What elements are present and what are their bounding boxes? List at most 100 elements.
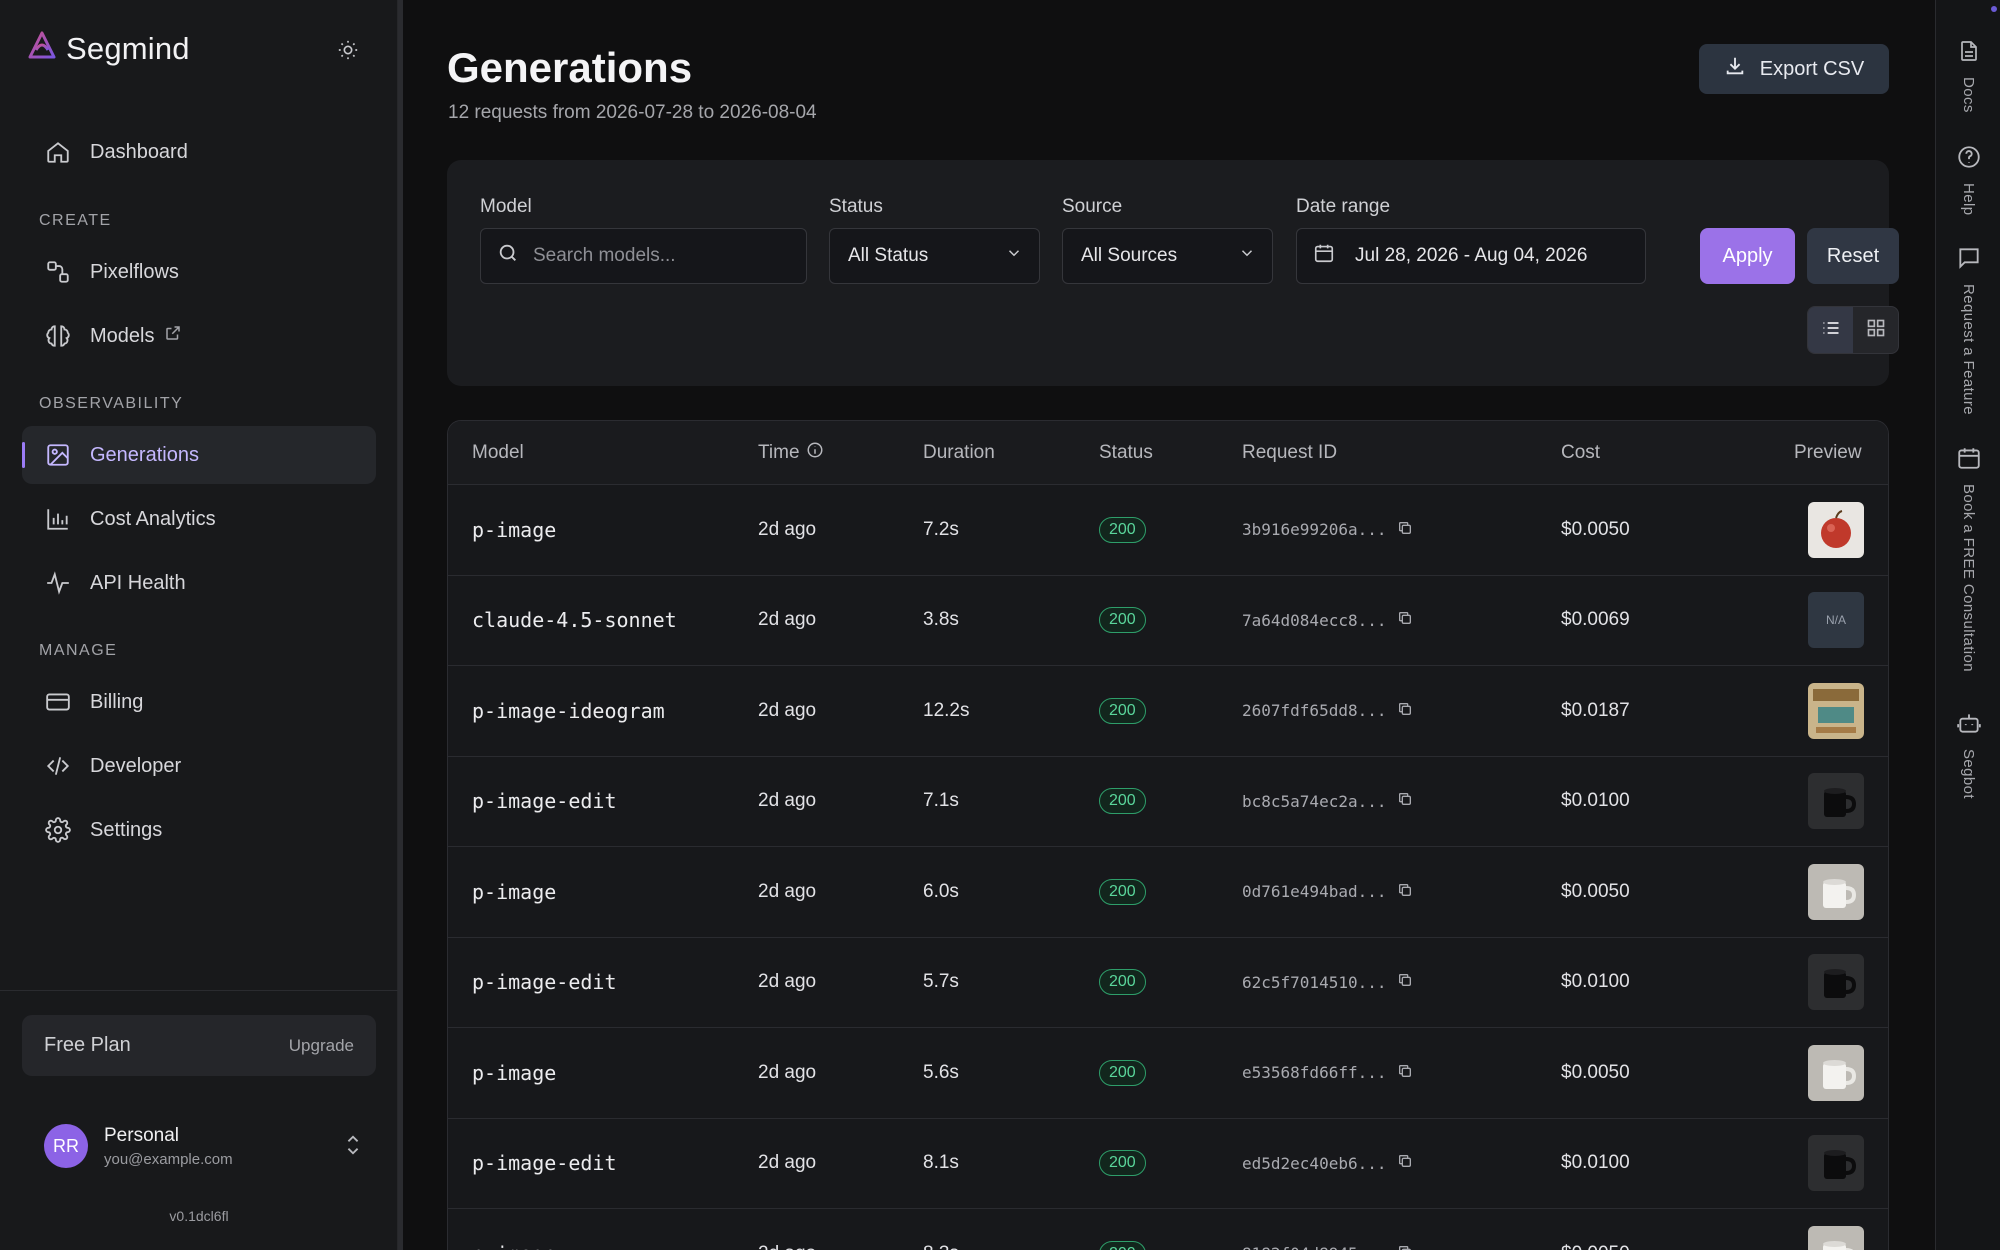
status-badge: 200 xyxy=(1099,1150,1146,1177)
nav-cost-analytics[interactable]: Cost Analytics xyxy=(22,490,376,548)
sidebar: Segmind Dashboard CREATE Pixelflows Mode… xyxy=(0,0,398,1250)
preview-thumbnail[interactable] xyxy=(1808,773,1864,830)
copy-icon[interactable] xyxy=(1397,1244,1413,1250)
search-icon xyxy=(497,242,519,270)
view-toggle xyxy=(1807,306,1899,354)
preview-thumbnail[interactable] xyxy=(1808,1135,1864,1192)
request-id-text: bc8c5a74ec2a... xyxy=(1242,791,1387,811)
upgrade-link[interactable]: Upgrade xyxy=(289,1036,354,1056)
preview-thumbnail[interactable] xyxy=(1808,863,1864,920)
cell-cost: $0.0100 xyxy=(1561,1152,1630,1174)
credit-card-icon xyxy=(44,688,72,716)
table-row[interactable]: p-image-ideogram 2d ago 12.2s 200 2607fdf65d… xyxy=(448,666,1888,757)
copy-icon[interactable] xyxy=(1397,610,1413,630)
status-select-value: All Status xyxy=(848,245,929,266)
cell-request-id: 7a64d084ecc8... xyxy=(1242,610,1413,630)
table-row[interactable]: p-image 2d ago 7.2s 200 3b916e99206a... $0.00… xyxy=(448,485,1888,576)
cell-time: 2d ago xyxy=(758,518,817,540)
reset-button[interactable]: Reset xyxy=(1807,228,1899,284)
copy-icon[interactable] xyxy=(1397,1153,1413,1173)
table-row[interactable]: claude-4.5-sonnet 2d ago 3.8s 200 7a64d084ec… xyxy=(448,576,1888,666)
table-row[interactable]: p-image-edit 2d ago 7.1s 200 bc8c5a74ec2a...… xyxy=(448,757,1888,847)
theme-toggle-sun-icon[interactable] xyxy=(334,36,362,64)
copy-icon[interactable] xyxy=(1397,882,1413,902)
pulse-icon xyxy=(44,569,72,597)
col-preview: Preview xyxy=(1794,441,1862,463)
rail-docs[interactable]: Docs xyxy=(1936,38,2000,113)
preview-thumbnail[interactable] xyxy=(1808,682,1864,739)
rail-help[interactable]: Help xyxy=(1936,144,2000,215)
model-search-field[interactable] xyxy=(480,228,807,284)
nav-pixelflows[interactable]: Pixelflows xyxy=(22,243,376,301)
cell-time: 2d ago xyxy=(758,1152,817,1174)
list-view-button[interactable] xyxy=(1808,307,1853,353)
export-csv-button[interactable]: Export CSV xyxy=(1699,44,1889,94)
nav-dashboard[interactable]: Dashboard xyxy=(22,123,376,181)
preview-thumbnail[interactable]: N/A xyxy=(1808,592,1864,649)
copy-icon[interactable] xyxy=(1397,520,1413,540)
table-row[interactable]: p-image 2d ago 8.3s 200 8182f04d8945... $0.00… xyxy=(448,1209,1888,1250)
cell-model: claude-4.5-sonnet xyxy=(472,608,677,633)
source-select[interactable]: All Sources xyxy=(1062,228,1273,284)
col-time[interactable]: Time xyxy=(758,441,824,465)
cell-time: 2d ago xyxy=(758,699,817,721)
copy-icon[interactable] xyxy=(1397,701,1413,721)
date-range-picker[interactable]: Jul 28, 2026 - Aug 04, 2026 xyxy=(1296,228,1646,284)
col-model[interactable]: Model xyxy=(472,442,524,464)
request-id-text: e53568fd66ff... xyxy=(1242,1063,1387,1083)
copy-icon[interactable] xyxy=(1397,791,1413,811)
info-icon[interactable] xyxy=(806,441,824,465)
col-duration[interactable]: Duration xyxy=(923,442,995,464)
preview-thumbnail[interactable] xyxy=(1808,954,1864,1011)
cell-duration: 12.2s xyxy=(923,699,970,721)
right-rail: Docs Help Request a Feature Book a FREE … xyxy=(1935,0,2000,1250)
cell-model: p-image xyxy=(472,879,557,904)
table-row[interactable]: p-image-edit 2d ago 5.7s 200 62c5f7014510...… xyxy=(448,938,1888,1028)
preview-thumbnail[interactable] xyxy=(1808,501,1864,558)
cell-request-id: 2607fdf65dd8... xyxy=(1242,701,1413,721)
copy-icon[interactable] xyxy=(1397,972,1413,992)
nav-models[interactable]: Models xyxy=(22,307,376,365)
apply-button[interactable]: Apply xyxy=(1700,228,1795,284)
status-badge: 200 xyxy=(1099,788,1146,815)
nav-settings[interactable]: Settings xyxy=(22,801,376,859)
notification-dot xyxy=(1991,6,1997,12)
nav-generations[interactable]: Generations xyxy=(22,426,376,484)
table-row[interactable]: p-image 2d ago 6.0s 200 0d761e494bad... $0.00… xyxy=(448,847,1888,938)
nav-developer-label: Developer xyxy=(90,754,182,777)
home-icon xyxy=(44,138,72,166)
preview-thumbnail[interactable] xyxy=(1808,1225,1864,1250)
copy-icon[interactable] xyxy=(1397,1063,1413,1083)
model-filter-label: Model xyxy=(480,196,532,217)
rail-request-feature[interactable]: Request a Feature xyxy=(1936,245,2000,415)
download-icon xyxy=(1724,55,1746,83)
rail-segbot[interactable]: Segbot xyxy=(1936,710,2000,799)
cell-cost: $0.0187 xyxy=(1561,699,1630,721)
col-cost[interactable]: Cost xyxy=(1561,442,1600,464)
bot-icon xyxy=(1956,710,1982,741)
brand-logo[interactable]: Segmind xyxy=(26,30,190,67)
rail-consultation[interactable]: Book a FREE Consultation xyxy=(1936,445,2000,672)
request-id-text: 7a64d084ecc8... xyxy=(1242,610,1387,630)
cell-duration: 6.0s xyxy=(923,880,959,902)
table-row[interactable]: p-image 2d ago 5.6s 200 e53568fd66ff... $0.00… xyxy=(448,1028,1888,1119)
nav-billing[interactable]: Billing xyxy=(22,673,376,731)
grid-view-button[interactable] xyxy=(1853,307,1898,353)
col-request-id[interactable]: Request ID xyxy=(1242,442,1337,464)
model-search-input[interactable] xyxy=(533,245,793,267)
sidebar-divider xyxy=(0,990,398,991)
nav-api-health[interactable]: API Health xyxy=(22,554,376,612)
status-select[interactable]: All Status xyxy=(829,228,1040,284)
table-row[interactable]: p-image-edit 2d ago 8.1s 200 ed5d2ec40eb6...… xyxy=(448,1119,1888,1209)
request-id-text: ed5d2ec40eb6... xyxy=(1242,1153,1387,1173)
status-badge: 200 xyxy=(1099,607,1146,634)
nav-developer[interactable]: Developer xyxy=(22,737,376,795)
account-switcher[interactable]: RR Personal you@example.com xyxy=(44,1118,364,1174)
nav-api-health-label: API Health xyxy=(90,571,186,594)
preview-thumbnail[interactable] xyxy=(1808,1044,1864,1101)
nav-cost-analytics-label: Cost Analytics xyxy=(90,507,216,530)
cell-time: 2d ago xyxy=(758,1061,817,1083)
cell-cost: $0.0050 xyxy=(1561,880,1630,902)
cell-model: p-image xyxy=(472,1060,557,1085)
col-status[interactable]: Status xyxy=(1099,442,1153,464)
